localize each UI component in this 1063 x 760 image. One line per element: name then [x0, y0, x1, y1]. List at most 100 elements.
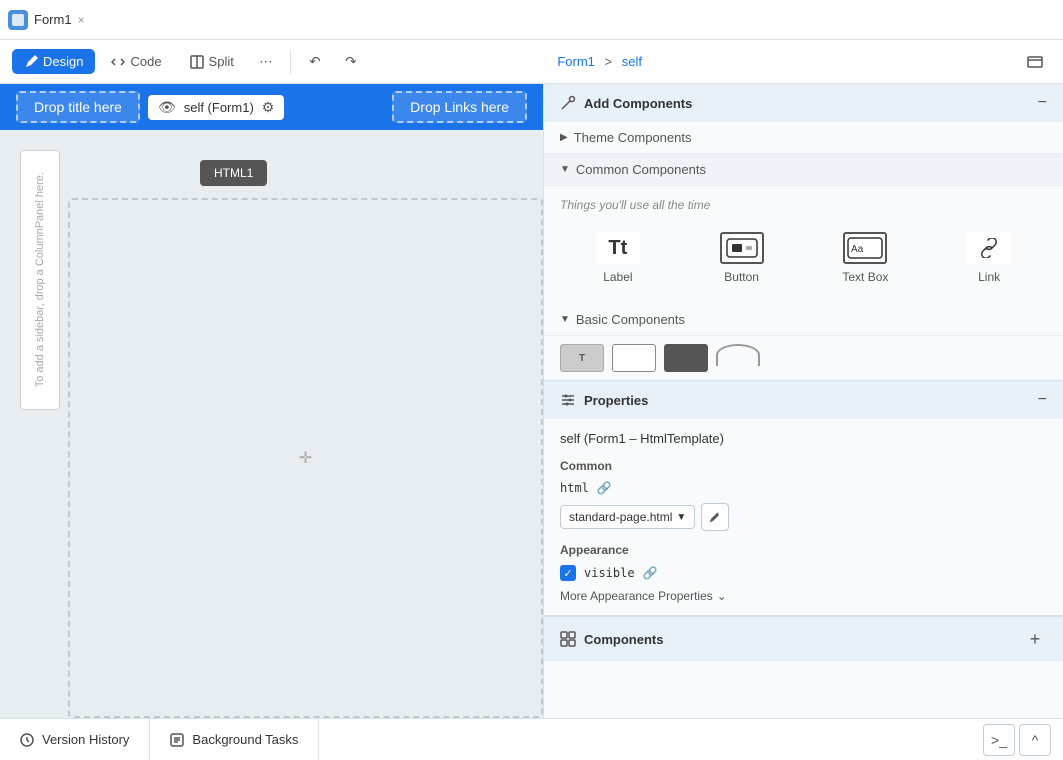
- canvas-nav: Drop title here 👁 self (Form1) ⚙ Drop Li…: [0, 84, 543, 130]
- button-text: Button: [724, 270, 759, 284]
- app-logo: [8, 10, 28, 30]
- settings-icon[interactable]: ⚙: [262, 99, 275, 116]
- component-link[interactable]: Link: [931, 224, 1047, 292]
- page-selector[interactable]: 👁 self (Form1) ⚙: [148, 95, 284, 120]
- common-group-label: Common: [560, 459, 1047, 473]
- link-icon: [967, 232, 1011, 264]
- move-icon: ✛: [299, 448, 312, 468]
- add-components-header[interactable]: Add Components −: [544, 84, 1063, 122]
- theme-components-header[interactable]: ▶ Theme Components: [544, 122, 1063, 154]
- component-button[interactable]: Button: [684, 224, 800, 292]
- common-chevron-down-icon: ▼: [560, 164, 570, 175]
- basic-comp-3: [664, 344, 708, 372]
- properties-header[interactable]: Properties −: [544, 381, 1063, 419]
- background-tasks-button[interactable]: Background Tasks: [150, 719, 319, 760]
- visible-label: visible: [584, 566, 635, 580]
- properties-icon: [560, 392, 576, 408]
- canvas-body: To add a sidebar, drop a ColumnPanel her…: [0, 130, 543, 718]
- undo-button[interactable]: ↶: [299, 46, 331, 78]
- breadcrumb-arrow: >: [605, 54, 613, 69]
- common-components-subsection: ▼ Common Components Things you'll use al…: [544, 154, 1063, 304]
- main-area: Drop title here 👁 self (Form1) ⚙ Drop Li…: [0, 84, 1063, 718]
- breadcrumb-form[interactable]: Form1: [557, 54, 595, 69]
- basic-comp-1: T: [560, 344, 604, 372]
- code-label: Code: [130, 54, 161, 69]
- basic-comp-2: [612, 344, 656, 372]
- add-components-section: Add Components − ▶ Theme Components ▼ Co…: [544, 84, 1063, 381]
- appearance-label: Appearance: [560, 543, 1047, 557]
- tab-close-button[interactable]: ×: [78, 13, 85, 27]
- label-icon: Tt: [596, 232, 640, 264]
- window-control-button[interactable]: [1019, 46, 1051, 78]
- properties-title: Properties: [560, 392, 648, 408]
- properties-section: Properties − self (Form1 – HtmlTemplate)…: [544, 381, 1063, 616]
- textbox-icon: Aa: [843, 232, 887, 264]
- terminal-button[interactable]: >_: [983, 724, 1015, 756]
- right-panel: Add Components − ▶ Theme Components ▼ Co…: [543, 84, 1063, 718]
- chevron-up-button[interactable]: ^: [1019, 724, 1051, 756]
- tab-title: Form1: [34, 12, 72, 27]
- canvas-drop-zone[interactable]: ✛: [68, 198, 543, 718]
- button-icon: [720, 232, 764, 264]
- more-appearance-chevron-icon: ⌄: [717, 589, 727, 603]
- add-component-button[interactable]: +: [1023, 627, 1047, 651]
- html-value-dropdown[interactable]: standard-page.html ▼: [560, 505, 695, 529]
- components-bottom-header[interactable]: Components +: [544, 616, 1063, 661]
- basic-comp-4: [716, 344, 760, 366]
- textbox-text: Text Box: [842, 270, 888, 284]
- eye-icon[interactable]: 👁: [158, 99, 176, 116]
- properties-collapse-icon[interactable]: −: [1038, 391, 1047, 409]
- wrench-icon: [560, 95, 576, 111]
- undo-icon: ↶: [309, 54, 320, 70]
- drop-title-zone[interactable]: Drop title here: [16, 91, 140, 123]
- design-button[interactable]: Design: [12, 49, 95, 74]
- background-tasks-label: Background Tasks: [192, 732, 298, 747]
- collapse-icon[interactable]: −: [1038, 94, 1047, 112]
- basic-components-header[interactable]: ▼ Basic Components: [544, 304, 1063, 336]
- visible-checkbox[interactable]: ✓: [560, 565, 576, 581]
- theme-components-subsection: ▶ Theme Components: [544, 122, 1063, 154]
- bottom-right-actions: >_ ^: [983, 724, 1063, 756]
- column-panel: To add a sidebar, drop a ColumnPanel her…: [20, 150, 60, 410]
- version-history-label: Version History: [42, 732, 129, 747]
- version-history-button[interactable]: Version History: [0, 719, 150, 760]
- components-icon: [560, 631, 576, 647]
- html-value-text: standard-page.html: [569, 510, 672, 524]
- bottom-bar: Version History Background Tasks >_ ^: [0, 718, 1063, 760]
- toolbar-separator: [290, 50, 291, 74]
- more-options-button[interactable]: ⋯: [250, 46, 282, 78]
- background-tasks-icon: [170, 733, 184, 747]
- drop-links-zone[interactable]: Drop Links here: [392, 91, 527, 123]
- component-textbox[interactable]: Aa Text Box: [808, 224, 924, 292]
- visible-row: ✓ visible 🔗: [560, 565, 1047, 581]
- toolbar: Design Code Split ⋯ ↶ ↷ Form1 > self: [0, 40, 1063, 84]
- common-components-header[interactable]: ▼ Common Components: [544, 154, 1063, 186]
- theme-chevron-right-icon: ▶: [560, 132, 568, 143]
- more-appearance-button[interactable]: More Appearance Properties ⌄: [560, 589, 1047, 603]
- common-components-body: Things you'll use all the time Tt Label …: [544, 186, 1063, 304]
- components-grid: Tt Label Button Aa: [560, 224, 1047, 292]
- html-template-button[interactable]: HTML1: [200, 160, 267, 186]
- basic-components-preview: T: [544, 336, 1063, 380]
- breadcrumb: Form1 > self: [557, 54, 642, 69]
- html-link-icon[interactable]: 🔗: [597, 481, 612, 495]
- basic-components-subsection: ▼ Basic Components T: [544, 304, 1063, 380]
- split-button[interactable]: Split: [178, 49, 246, 74]
- dropdown-chevron-icon: ▼: [676, 512, 686, 523]
- visible-link-icon[interactable]: 🔗: [643, 566, 658, 580]
- add-components-title: Add Components: [560, 95, 692, 111]
- html-property-row: html 🔗: [560, 481, 1047, 495]
- code-button[interactable]: Code: [99, 49, 173, 74]
- redo-button[interactable]: ↷: [335, 46, 367, 78]
- column-panel-text: To add a sidebar, drop a ColumnPanel her…: [34, 172, 46, 387]
- html-value-row: standard-page.html ▼: [560, 503, 1047, 531]
- redo-icon: ↷: [345, 54, 356, 70]
- component-name: self (Form1 – HtmlTemplate): [560, 431, 1047, 447]
- html-edit-button[interactable]: [701, 503, 729, 531]
- split-label: Split: [209, 54, 234, 69]
- html-prop-name: html: [560, 481, 589, 495]
- svg-text:Aa: Aa: [851, 244, 864, 255]
- appearance-group: Appearance ✓ visible 🔗 More Appearance P…: [560, 543, 1047, 603]
- canvas-area: Drop title here 👁 self (Form1) ⚙ Drop Li…: [0, 84, 543, 718]
- component-label[interactable]: Tt Label: [560, 224, 676, 292]
